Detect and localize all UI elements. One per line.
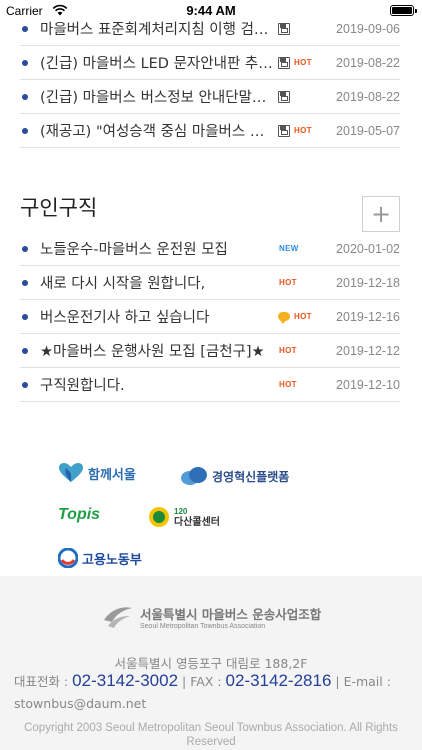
job-title[interactable]: 새로 다시 시작을 원합니다, (40, 272, 205, 293)
notice-date: 2019-08-22 (336, 55, 400, 70)
notice-row[interactable]: (재공고) "여성승객 중심 마을버스 … HOT 2019-05-07 (20, 114, 400, 148)
job-title[interactable]: ★마을버스 운행사원 모집 [금천구]★ (40, 340, 265, 361)
section-title-jobs: 구인구직 (20, 196, 98, 220)
partner-logos: 함께서울 경영혁신플랫폼 Topis 120 다산콜센터 고용노동부 (0, 452, 422, 576)
copyright: Copyright 2003 Seoul Metropolitan Seoul … (24, 722, 398, 748)
attachment-icon (278, 124, 290, 137)
cloud-icon (181, 467, 207, 485)
notice-date: 2019-05-07 (336, 123, 400, 138)
notice-row[interactable]: 마을버스 표준회계처리지침 이행 검… 2019-09-06 (20, 12, 400, 46)
notice-row[interactable]: (긴급) 마을버스 LED 문자안내판 추… HOT 2019-08-22 (20, 46, 400, 80)
email-label: | E-mail : (331, 674, 391, 689)
notice-date: 2019-09-06 (336, 21, 400, 36)
association-name-en: Seoul Metropolitan Townbus Association (140, 623, 266, 630)
hot-badge: HOT (279, 345, 297, 355)
dasan-call-logo[interactable]: 120 다산콜센터 (148, 506, 220, 528)
job-row[interactable]: 노들운수-마을버스 운전원 모집 NEW 2020-01-02 (20, 232, 400, 266)
hot-badge: HOT (279, 277, 297, 287)
moel-logo[interactable]: 고용노동부 (58, 548, 142, 568)
hot-badge: HOT (294, 57, 312, 67)
fax-number: 02-3142-2816 (225, 671, 332, 690)
hot-badge: HOT (294, 311, 312, 321)
seoul-logo-text: 함께서울 (88, 467, 136, 483)
mgmt-platform-text: 경영혁신플랫폼 (212, 469, 290, 484)
attachment-icon (278, 90, 290, 103)
bullet-icon (22, 279, 28, 286)
association-name-ko: 서울특별시 마을버스 운송사업조합 (140, 607, 322, 622)
tel-number[interactable]: 02-3142-3002 (72, 671, 178, 690)
topis-text: Topis (58, 506, 101, 523)
speech-bubble-icon (278, 312, 290, 324)
bullet-icon (22, 59, 28, 66)
job-date: 2020-01-02 (336, 241, 400, 256)
notice-title[interactable]: (재공고) "여성승객 중심 마을버스 … (40, 120, 264, 141)
bullet-icon (22, 127, 28, 134)
job-date: 2019-12-18 (336, 275, 400, 290)
job-date: 2019-12-12 (336, 343, 400, 358)
job-list: 노들운수-마을버스 운전원 모집 NEW 2020-01-02 새로 다시 시작… (20, 232, 400, 402)
job-row[interactable]: 구직원합니다. HOT 2019-12-10 (20, 368, 400, 402)
notice-row[interactable]: (긴급) 마을버스 버스정보 안내단말… 2019-08-22 (20, 80, 400, 114)
tel-label: 대표전화 : (14, 674, 73, 689)
moel-emblem-icon (58, 548, 78, 568)
bullet-icon (22, 93, 28, 100)
job-date: 2019-12-16 (336, 309, 400, 324)
contact-info: 대표전화 : 02-3142-3002 | FAX : 02-3142-2816… (14, 670, 416, 715)
job-date: 2019-12-10 (336, 377, 400, 392)
topis-logo[interactable]: Topis (58, 506, 100, 524)
seoul-heart-icon (59, 463, 83, 482)
bullet-icon (22, 245, 28, 252)
bullet-icon (22, 347, 28, 354)
bullet-icon (22, 25, 28, 32)
call-center-icon (149, 507, 169, 527)
moel-text: 고용노동부 (82, 552, 142, 568)
footer: 서울특별시 마을버스 운송사업조합 Seoul Metropolitan Tow… (0, 576, 422, 750)
fax-label: | FAX : (178, 674, 226, 689)
hot-badge: HOT (279, 379, 297, 389)
bullet-icon (22, 313, 28, 320)
new-badge: NEW (279, 243, 299, 253)
association-logo: 서울특별시 마을버스 운송사업조합 Seoul Metropolitan Tow… (102, 604, 321, 630)
dasan-number: 120 (174, 507, 188, 516)
job-row[interactable]: ★마을버스 운행사원 모집 [금천구]★ HOT 2019-12-12 (20, 334, 400, 368)
attachment-icon (278, 22, 290, 35)
job-title[interactable]: 구직원합니다. (40, 374, 125, 395)
mgmt-platform-logo[interactable]: 경영혁신플랫폼 (180, 466, 289, 486)
job-row[interactable]: 새로 다시 시작을 원합니다, HOT 2019-12-18 (20, 266, 400, 300)
job-title[interactable]: 노들운수-마을버스 운전원 모집 (40, 238, 228, 259)
more-jobs-button[interactable]: + (362, 196, 400, 232)
job-title[interactable]: 버스운전기사 하고 싶습니다 (40, 306, 209, 327)
attachment-icon (278, 56, 290, 69)
notice-title[interactable]: (긴급) 마을버스 버스정보 안내단말… (40, 86, 266, 107)
hot-badge: HOT (294, 125, 312, 135)
job-row[interactable]: 버스운전기사 하고 싶습니다 HOT 2019-12-16 (20, 300, 400, 334)
dasan-text: 다산콜센터 (174, 517, 220, 528)
plus-icon: + (370, 200, 392, 228)
association-emblem-icon (104, 607, 132, 628)
notice-list: 마을버스 표준회계처리지침 이행 검… 2019-09-06 (긴급) 마을버스… (20, 12, 400, 148)
notice-date: 2019-08-22 (336, 89, 400, 104)
notice-title[interactable]: 마을버스 표준회계처리지침 이행 검… (40, 18, 268, 39)
notice-title[interactable]: (긴급) 마을버스 LED 문자안내판 추… (40, 52, 273, 73)
seoul-logo[interactable]: 함께서울 (58, 462, 136, 484)
bullet-icon (22, 381, 28, 388)
email-address[interactable]: stownbus@daum.net (14, 696, 146, 711)
